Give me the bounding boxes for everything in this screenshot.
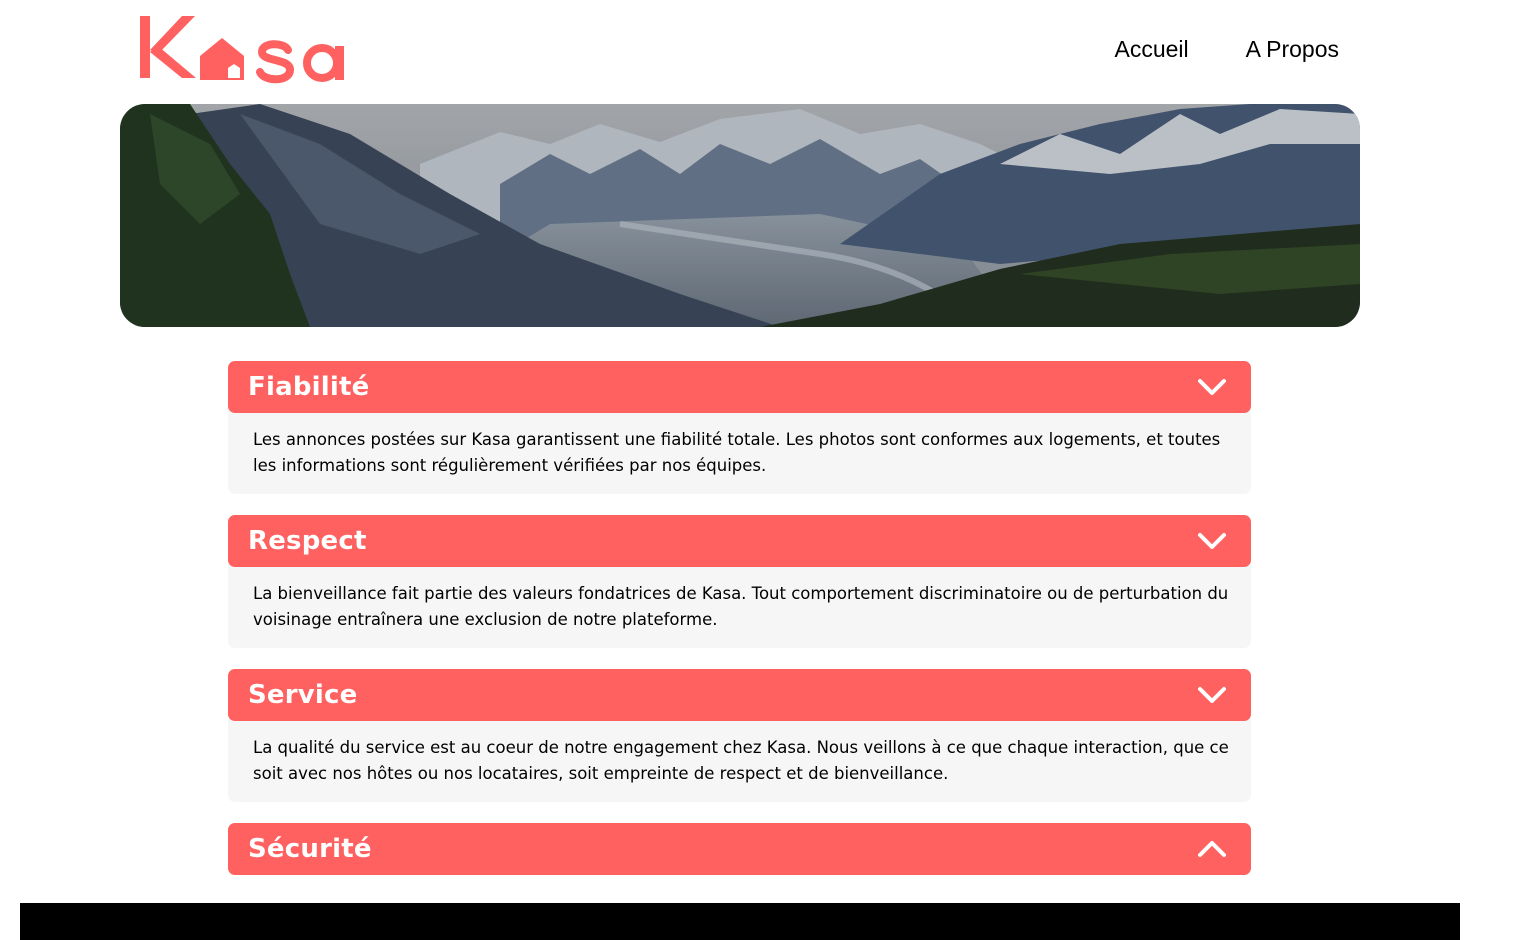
kasa-logo-icon — [140, 16, 344, 84]
footer — [20, 903, 1460, 940]
collapse-title: Sécurité — [248, 834, 372, 864]
nav-link-accueil[interactable]: Accueil — [1115, 36, 1189, 63]
collapse-text: La bienveillance fait partie des valeurs… — [253, 584, 1229, 629]
collapse-header-securite[interactable]: Sécurité — [228, 823, 1251, 875]
collapse-header-fiabilite[interactable]: Fiabilité — [228, 361, 1251, 413]
collapse-fiabilite: Fiabilité Les annonces postées sur Kasa … — [228, 361, 1251, 494]
collapse-service: Service La qualité du service est au coe… — [228, 669, 1251, 802]
banner-image — [120, 104, 1360, 327]
collapse-title: Respect — [248, 526, 367, 556]
collapse-text: Les annonces postées sur Kasa garantisse… — [253, 430, 1221, 475]
collapse-title: Service — [248, 680, 358, 710]
about-collapses: Fiabilité Les annonces postées sur Kasa … — [228, 361, 1251, 896]
kasa-logo[interactable] — [138, 12, 354, 86]
mountain-landscape-image — [120, 104, 1360, 327]
chevron-down-icon[interactable] — [1197, 531, 1227, 551]
chevron-down-icon[interactable] — [1197, 377, 1227, 397]
main-nav: Accueil A Propos — [1115, 36, 1340, 63]
collapse-content: La qualité du service est au coeur de no… — [228, 713, 1251, 802]
collapse-header-service[interactable]: Service — [228, 669, 1251, 721]
collapse-title: Fiabilité — [248, 372, 370, 402]
chevron-up-icon[interactable] — [1197, 839, 1227, 859]
collapse-respect: Respect La bienveillance fait partie des… — [228, 515, 1251, 648]
chevron-down-icon[interactable] — [1197, 685, 1227, 705]
header: Accueil A Propos — [0, 0, 1519, 104]
collapse-header-respect[interactable]: Respect — [228, 515, 1251, 567]
collapse-securite: Sécurité — [228, 823, 1251, 875]
collapse-content: Les annonces postées sur Kasa garantisse… — [228, 405, 1251, 494]
collapse-content: La bienveillance fait partie des valeurs… — [228, 559, 1251, 648]
collapse-text: La qualité du service est au coeur de no… — [253, 738, 1229, 783]
nav-link-a-propos[interactable]: A Propos — [1246, 36, 1339, 63]
